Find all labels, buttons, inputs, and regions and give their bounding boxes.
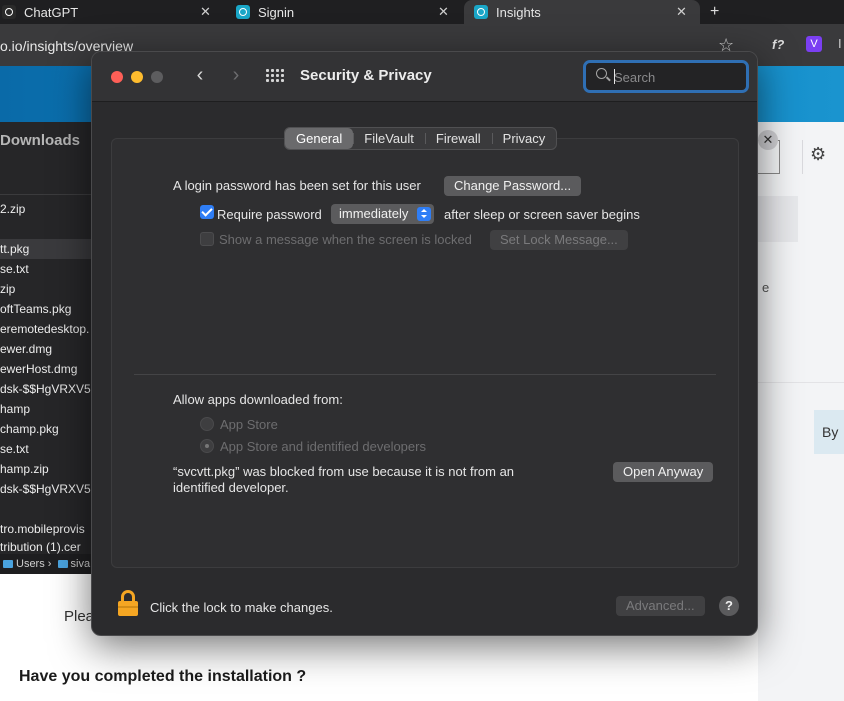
show-all-grid-icon[interactable] — [266, 69, 286, 85]
tab-general[interactable]: General — [285, 128, 354, 149]
file-item[interactable]: ewerHost.dmg — [0, 359, 92, 379]
file-item[interactable]: hamp — [0, 399, 92, 419]
app-favicon-icon — [474, 5, 488, 19]
extension-v-icon[interactable]: V — [806, 36, 822, 52]
finder-path-bar: Users › siva — [0, 554, 92, 574]
folder-icon — [57, 560, 68, 569]
file-item[interactable]: dsk-$$HgVRXV5 — [0, 479, 92, 499]
minimize-window-button[interactable] — [131, 71, 143, 83]
page-right-panel: ✕ ⚙ e By — [758, 122, 844, 701]
search-icon — [596, 68, 607, 79]
radio-app-store[interactable] — [200, 417, 214, 431]
page-text-fragment: e — [762, 280, 770, 295]
file-item[interactable]: eremotedesktop. — [0, 319, 92, 339]
tab-label: Insights — [496, 4, 541, 20]
open-anyway-button[interactable]: Open Anyway — [613, 462, 714, 482]
divider — [802, 140, 803, 174]
show-message-checkbox[interactable] — [200, 232, 214, 246]
extension-f-icon[interactable]: f? — [772, 37, 784, 52]
forward-chevron-icon[interactable]: › — [226, 64, 246, 87]
app-favicon-icon — [236, 5, 250, 19]
page-button-fragment[interactable]: By — [814, 410, 844, 454]
text-caret — [614, 69, 615, 84]
chatgpt-favicon-icon — [2, 5, 16, 19]
extension-more-icon[interactable]: I — [838, 36, 842, 51]
blocked-message-line1: “svcvtt.pkg” was blocked from use becaus… — [173, 464, 515, 479]
lock-icon[interactable] — [118, 590, 138, 616]
tab-filevault[interactable]: FileVault — [353, 128, 425, 149]
search-field[interactable] — [583, 60, 749, 93]
search-input[interactable] — [614, 67, 739, 87]
tab-label: Signin — [258, 4, 295, 20]
security-privacy-window: ‹ › Security & Privacy General FileVault… — [91, 51, 758, 636]
file-item[interactable]: tro.mobileprovis — [0, 519, 92, 539]
radio-app-store-identified[interactable] — [200, 439, 214, 453]
path-segment[interactable]: Users — [16, 558, 45, 570]
tab-privacy[interactable]: Privacy — [491, 128, 557, 149]
window-titlebar: ‹ › Security & Privacy — [92, 52, 757, 102]
close-icon[interactable]: ✕ — [200, 4, 211, 20]
window-title: Security & Privacy — [300, 67, 432, 84]
folder-icon — [3, 560, 13, 569]
file-item[interactable]: se.txt — [0, 259, 92, 279]
show-message-label: Show a message when the screen is locked — [219, 232, 472, 247]
close-icon[interactable]: ✕ — [758, 130, 778, 150]
tab-firewall[interactable]: Firewall — [424, 128, 492, 149]
lock-text: Click the lock to make changes. — [150, 600, 333, 615]
general-pane — [111, 138, 739, 568]
divider — [0, 194, 92, 195]
page-text-fragment: Plea — [64, 608, 95, 625]
allow-apps-label: Allow apps downloaded from: — [173, 392, 343, 407]
path-segment[interactable]: siva — [71, 558, 91, 570]
divider — [758, 382, 844, 383]
select-value: immediately — [339, 206, 409, 221]
zoom-window-button[interactable] — [151, 71, 163, 83]
require-password-delay-select[interactable]: immediately — [331, 204, 435, 224]
gear-icon[interactable]: ⚙ — [810, 144, 826, 165]
window-bottom-bar: Click the lock to make changes. Advanced… — [92, 582, 757, 635]
file-item[interactable]: tt.pkg — [0, 239, 92, 259]
file-item[interactable]: 2.zip — [0, 199, 92, 219]
help-button[interactable]: ? — [719, 596, 739, 616]
after-sleep-text: after sleep or screen saver begins — [444, 207, 640, 222]
installation-question: Have you completed the installation ? — [19, 668, 307, 685]
back-chevron-icon[interactable]: ‹ — [190, 64, 210, 87]
file-item[interactable]: ewer.dmg — [0, 339, 92, 359]
finder-title: Downloads — [0, 132, 81, 149]
file-item[interactable]: hamp.zip — [0, 459, 92, 479]
tab-insights[interactable]: Insights ✕ — [464, 0, 700, 24]
divider — [134, 374, 716, 375]
require-password-checkbox[interactable] — [200, 205, 214, 219]
tab-signin[interactable]: Signin ✕ — [236, 0, 458, 24]
require-password-label: Require password — [217, 207, 322, 222]
browser-tab-bar: ChatGPT ✕ Signin ✕ Insights ✕ + — [0, 0, 844, 24]
file-item[interactable]: zip — [0, 279, 92, 299]
tab-chatgpt[interactable]: ChatGPT ✕ — [0, 0, 225, 24]
login-password-text: A login password has been set for this u… — [173, 178, 421, 193]
close-icon[interactable]: ✕ — [438, 4, 449, 20]
blocked-message-line2: identified developer. — [173, 480, 289, 495]
file-item[interactable]: champ.pkg — [0, 419, 92, 439]
advanced-button[interactable]: Advanced... — [616, 596, 705, 616]
file-item[interactable]: dsk-$$HgVRXV5 — [0, 379, 92, 399]
file-item[interactable]: oftTeams.pkg — [0, 299, 92, 319]
chevron-updown-icon — [417, 207, 432, 221]
radio-app-store-identified-label: App Store and identified developers — [220, 439, 426, 454]
change-password-button[interactable]: Change Password... — [444, 176, 582, 196]
tab-label: ChatGPT — [24, 4, 79, 20]
page-card — [758, 196, 798, 242]
close-icon[interactable]: ✕ — [676, 4, 687, 20]
tab-bar: General FileVault Firewall Privacy — [284, 127, 558, 150]
radio-app-store-label: App Store — [220, 417, 278, 432]
new-tab-button[interactable]: + — [710, 0, 719, 24]
set-lock-message-button[interactable]: Set Lock Message... — [490, 230, 628, 250]
close-window-button[interactable] — [111, 71, 123, 83]
finder-window: Downloads 2.zip tt.pkg se.txt zip oftTea… — [0, 122, 92, 574]
file-item[interactable]: se.txt — [0, 439, 92, 459]
